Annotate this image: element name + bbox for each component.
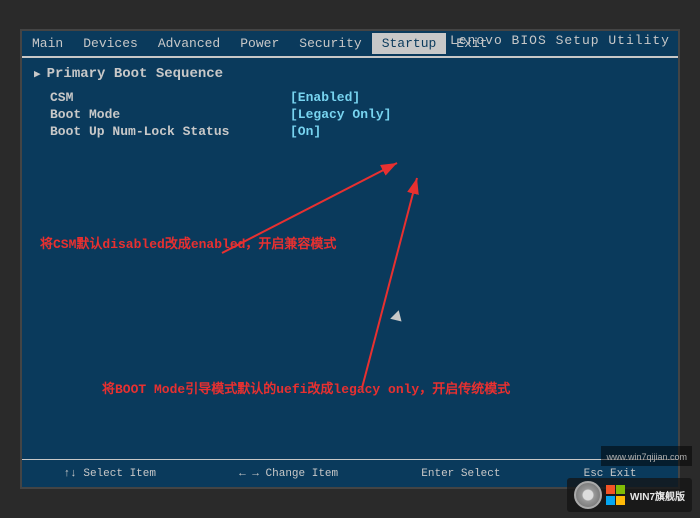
menu-item-advanced[interactable]: Advanced bbox=[148, 33, 230, 54]
setting-row-bootmode: Boot Mode [Legacy Only] bbox=[50, 107, 666, 122]
setting-row-csm: CSM [Enabled] bbox=[50, 90, 666, 105]
setting-value-csm[interactable]: [Enabled] bbox=[290, 90, 360, 105]
menu-item-power[interactable]: Power bbox=[230, 33, 289, 54]
cd-icon bbox=[574, 481, 602, 509]
photo-wrapper: Main Devices Advanced Power Security Sta… bbox=[0, 0, 700, 518]
setting-name-numlock: Boot Up Num-Lock Status bbox=[50, 124, 290, 139]
setting-value-bootmode[interactable]: [Legacy Only] bbox=[290, 107, 391, 122]
mouse-cursor bbox=[390, 310, 406, 326]
menu-bar: Main Devices Advanced Power Security Sta… bbox=[22, 31, 678, 56]
bios-title: Lenovo BIOS Setup Utility bbox=[450, 33, 670, 48]
watermark-badge: WIN7旗舰版 bbox=[630, 488, 685, 503]
bottom-key-1: ↑↓ Select Item bbox=[64, 468, 156, 480]
setting-row-numlock: Boot Up Num-Lock Status [On] bbox=[50, 124, 666, 139]
menu-item-startup[interactable]: Startup bbox=[372, 33, 447, 54]
watermark-url: www.win7qijian.com bbox=[606, 452, 687, 462]
setting-name-csm: CSM bbox=[50, 90, 290, 105]
windows-logo-icon bbox=[606, 485, 626, 505]
watermark-url-area: www.win7qijian.com bbox=[601, 446, 692, 466]
content-area: Primary Boot Sequence CSM [Enabled] Boot… bbox=[22, 58, 678, 464]
settings-table: CSM [Enabled] Boot Mode [Legacy Only] Bo… bbox=[50, 90, 666, 139]
menu-item-security[interactable]: Security bbox=[289, 33, 371, 54]
watermark-area: WIN7旗舰版 bbox=[567, 478, 692, 512]
menu-item-devices[interactable]: Devices bbox=[73, 33, 148, 54]
setting-value-numlock[interactable]: [On] bbox=[290, 124, 321, 139]
bottom-key-2: ← → Change Item bbox=[239, 468, 338, 480]
annotation-text-bootmode: 将BOOT Mode引导模式默认的uefi改成legacy only，开启传统模… bbox=[102, 378, 510, 397]
bottom-key-3: Enter Select bbox=[421, 468, 500, 480]
bios-screen: Main Devices Advanced Power Security Sta… bbox=[20, 29, 680, 489]
section-title: Primary Boot Sequence bbox=[34, 66, 666, 82]
menu-items: Main Devices Advanced Power Security Sta… bbox=[22, 33, 498, 54]
menu-item-main[interactable]: Main bbox=[22, 33, 73, 54]
setting-name-bootmode: Boot Mode bbox=[50, 107, 290, 122]
annotation-text-csm: 将CSM默认disabled改成enabled，开启兼容模式 bbox=[40, 233, 336, 252]
